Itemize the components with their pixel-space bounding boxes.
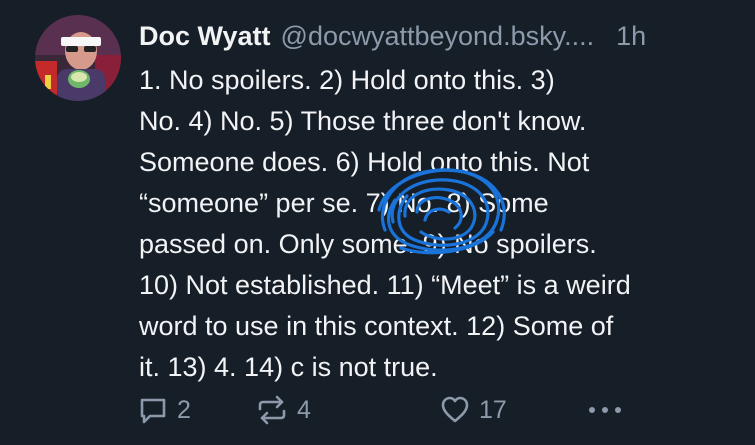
more-options-button[interactable] xyxy=(585,390,625,430)
reply-button[interactable]: 2 xyxy=(137,390,191,430)
repost-count: 4 xyxy=(297,395,311,424)
post-body-line: 1. No spoilers. 2) Hold onto this. 3) xyxy=(139,65,555,95)
author-avatar[interactable] xyxy=(35,15,121,101)
post-body-line: it. 13) 4. 14) c is not true. xyxy=(139,352,438,382)
post-body-line: Someone does. 6) Hold onto this. Not xyxy=(139,147,590,177)
like-button[interactable]: 17 xyxy=(439,390,507,430)
post-card[interactable]: Doc Wyatt @docwyattbeyond.bsky.... 1h 1.… xyxy=(0,0,755,445)
reply-count: 2 xyxy=(177,395,191,424)
post-body-line: “someone” per se. 7) No. 8) Some xyxy=(139,188,549,218)
post-body-line: 10) Not established. 11) “Meet” is a wei… xyxy=(139,270,631,300)
ellipsis-icon xyxy=(589,407,621,413)
post-body: 1. No spoilers. 2) Hold onto this. 3) No… xyxy=(139,60,729,388)
post-header: Doc Wyatt @docwyattbeyond.bsky.... 1h xyxy=(139,16,733,56)
avatar-image xyxy=(35,15,121,101)
repost-button[interactable]: 4 xyxy=(255,390,311,430)
repost-arrows-icon xyxy=(258,395,286,425)
post-body-line: passed on. Only some. 9) No spoilers. xyxy=(139,229,597,259)
post-body-line: word to use in this context. 12) Some of xyxy=(139,311,614,341)
post-timestamp[interactable]: 1h xyxy=(616,16,646,56)
heart-outline-icon xyxy=(441,396,469,423)
post-actions: 2 4 17 xyxy=(137,390,755,430)
author-display-name[interactable]: Doc Wyatt xyxy=(139,16,271,56)
reply-bubble-icon xyxy=(140,398,166,424)
author-handle[interactable]: @docwyattbeyond.bsky.... xyxy=(281,16,595,56)
like-count: 17 xyxy=(479,395,507,424)
post-body-line: No. 4) No. 5) Those three don't know. xyxy=(139,106,587,136)
